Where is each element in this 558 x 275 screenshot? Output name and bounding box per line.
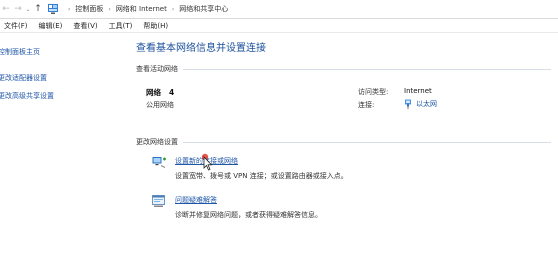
control-panel-icon [47,3,59,15]
new-connection-icon [152,157,166,168]
menu-view[interactable]: 查看(V) [73,21,97,31]
menu-edit[interactable]: 编辑(E) [39,21,63,31]
access-type-label: 访问类型: [358,88,389,96]
breadcrumb-network-internet[interactable]: 网络和 Internet [116,4,167,14]
sidebar-link-change-adapter-settings[interactable]: 更改适配器设置 [0,73,47,83]
connection-link[interactable]: 以太网 [404,99,437,109]
network-name: 网络 4 [146,87,174,98]
menu-tools[interactable]: 工具(T) [109,21,133,31]
address-bar: ← → ⌄ ↑ › 控制面板 › 网络和 Internet › 网络和共享中心 [0,0,558,19]
change-settings-heading: 更改网络设置 [136,137,551,147]
menu-help[interactable]: 帮助(H) [143,21,168,31]
setup-new-connection-description: 设置宽带、拨号或 VPN 连接；或设置路由器或接入点。 [175,172,348,180]
change-settings-heading-label: 更改网络设置 [136,138,178,146]
recent-locations-button[interactable]: ⌄ [24,0,32,19]
up-button[interactable]: ↑ [32,0,44,19]
menu-file[interactable]: 文件(F) [4,21,28,31]
section-divider [183,141,551,143]
breadcrumb: › 控制面板 › 网络和 Internet › 网络和共享中心 [63,4,228,14]
breadcrumb-separator[interactable]: › [172,6,174,13]
page-title: 查看基本网络信息并设置连接 [136,43,266,54]
breadcrumb-separator[interactable]: › [108,6,110,13]
sidebar-link-change-advanced-sharing[interactable]: 更改高级共享设置 [0,91,54,101]
breadcrumb-control-panel[interactable]: 控制面板 [75,4,103,14]
network-name-label: 网络 [146,88,161,97]
active-networks-heading: 查看活动网络 [136,64,551,74]
troubleshoot-icon [152,195,165,207]
access-type-value: Internet [404,87,432,95]
active-networks-heading-label: 查看活动网络 [136,65,178,73]
ethernet-icon [405,99,411,109]
connection-link-label[interactable]: 以太网 [416,99,437,109]
breadcrumb-separator[interactable]: › [68,6,70,13]
back-button[interactable]: ← [0,0,12,19]
forward-button[interactable]: → [12,0,24,19]
troubleshoot-description: 诊断并修复网络问题，或者获得疑难解答信息。 [175,211,322,219]
menu-bar: 文件(F) 编辑(E) 查看(V) 工具(T) 帮助(H) [0,19,558,33]
network-number: 4 [169,88,175,97]
sidebar-link-control-panel-home[interactable]: 控制面板主页 [0,47,40,57]
breadcrumb-network-sharing-center[interactable]: 网络和共享中心 [179,4,228,14]
sidebar: 控制面板主页 更改适配器设置 更改高级共享设置 [0,33,120,275]
mouse-cursor-icon [201,153,213,171]
section-divider [183,68,551,70]
network-category: 公用网络 [146,101,174,109]
troubleshoot-link[interactable]: 问题疑难解答 [175,195,217,205]
connections-label: 连接: [358,101,375,109]
